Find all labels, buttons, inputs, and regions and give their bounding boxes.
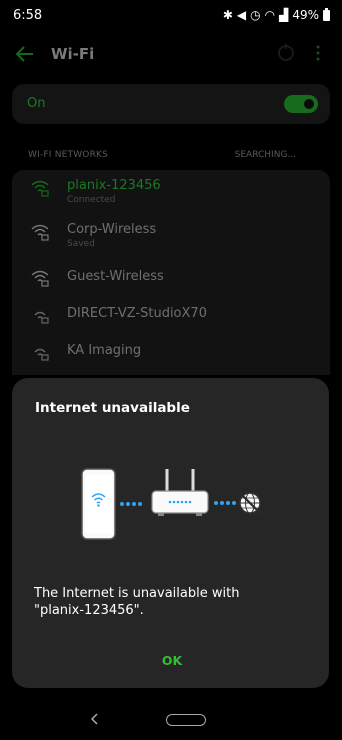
connection-dots-icon	[214, 501, 236, 505]
wifi-lock-icon	[31, 270, 49, 287]
wifi-switch[interactable]	[284, 95, 318, 113]
wifi-lock-icon	[34, 311, 49, 324]
searching-status: SEARCHING...	[234, 150, 296, 160]
wifi-lock-icon	[31, 224, 49, 241]
wifi-lock-icon	[34, 348, 49, 361]
connection-dots-icon	[120, 502, 142, 506]
network-item-corp[interactable]: Corp-Wireless Saved	[12, 214, 330, 252]
network-status: Saved	[67, 239, 95, 249]
section-label: WI-FI NETWORKS	[28, 150, 109, 160]
wifi-lock-icon	[31, 180, 49, 197]
back-arrow-icon[interactable]	[14, 43, 36, 65]
wifi-toggle-card[interactable]: On	[12, 84, 330, 124]
mute-icon: ◀︎	[236, 8, 247, 22]
internet-unavailable-dialog: Internet unavailable The Internet is una…	[12, 378, 329, 688]
nav-bar	[0, 710, 342, 740]
wifi-toggle-label: On	[27, 96, 46, 111]
status-icons: ✱ ◀︎ ◷ ◠ ▟ 49%	[222, 7, 330, 22]
page-title: Wi-Fi	[51, 45, 95, 63]
nav-back-icon[interactable]	[88, 712, 102, 726]
bluetooth-icon: ✱	[222, 8, 233, 22]
battery-percent: 49%	[292, 8, 319, 22]
no-internet-globe-icon	[237, 490, 263, 516]
network-name: planix-123456	[67, 178, 161, 193]
dialog-title: Internet unavailable	[35, 400, 190, 416]
switch-knob	[302, 97, 316, 111]
network-item-direct[interactable]: DIRECT-VZ-StudioX70	[12, 297, 330, 335]
network-item-guest[interactable]: Guest-Wireless	[12, 260, 330, 298]
alarm-icon: ◷	[250, 8, 261, 22]
router-icon	[151, 469, 209, 516]
refresh-icon[interactable]	[276, 43, 296, 63]
network-name: KA Imaging	[67, 343, 142, 358]
dialog-message: The Internet is unavailable with "planix…	[34, 586, 240, 618]
network-name: DIRECT-VZ-StudioX70	[67, 306, 207, 321]
signal-icon: ▟	[279, 8, 289, 22]
networks-section-header: WI-FI NETWORKS SEARCHING...	[0, 150, 342, 166]
network-list: planix-123456 Connected Corp-Wireless Sa…	[12, 170, 330, 375]
more-vert-icon[interactable]	[308, 43, 328, 63]
network-item-ka-imaging[interactable]: KA Imaging	[12, 334, 330, 372]
wifi-icon: ◠	[264, 8, 276, 22]
ok-button[interactable]: OK	[152, 650, 192, 672]
phone-wifi-icon	[81, 468, 116, 540]
status-time: 6:58	[13, 8, 43, 23]
network-status: Connected	[67, 195, 116, 205]
app-bar: Wi-Fi	[0, 30, 342, 78]
battery-icon	[323, 7, 330, 21]
status-bar: 6:58 ✱ ◀︎ ◷ ◠ ▟ 49%	[0, 0, 342, 30]
network-item-planix[interactable]: planix-123456 Connected	[12, 170, 330, 208]
network-name: Guest-Wireless	[67, 269, 164, 284]
connection-illustration	[81, 468, 263, 540]
network-name: Corp-Wireless	[67, 222, 157, 237]
nav-home-icon[interactable]	[166, 714, 206, 726]
